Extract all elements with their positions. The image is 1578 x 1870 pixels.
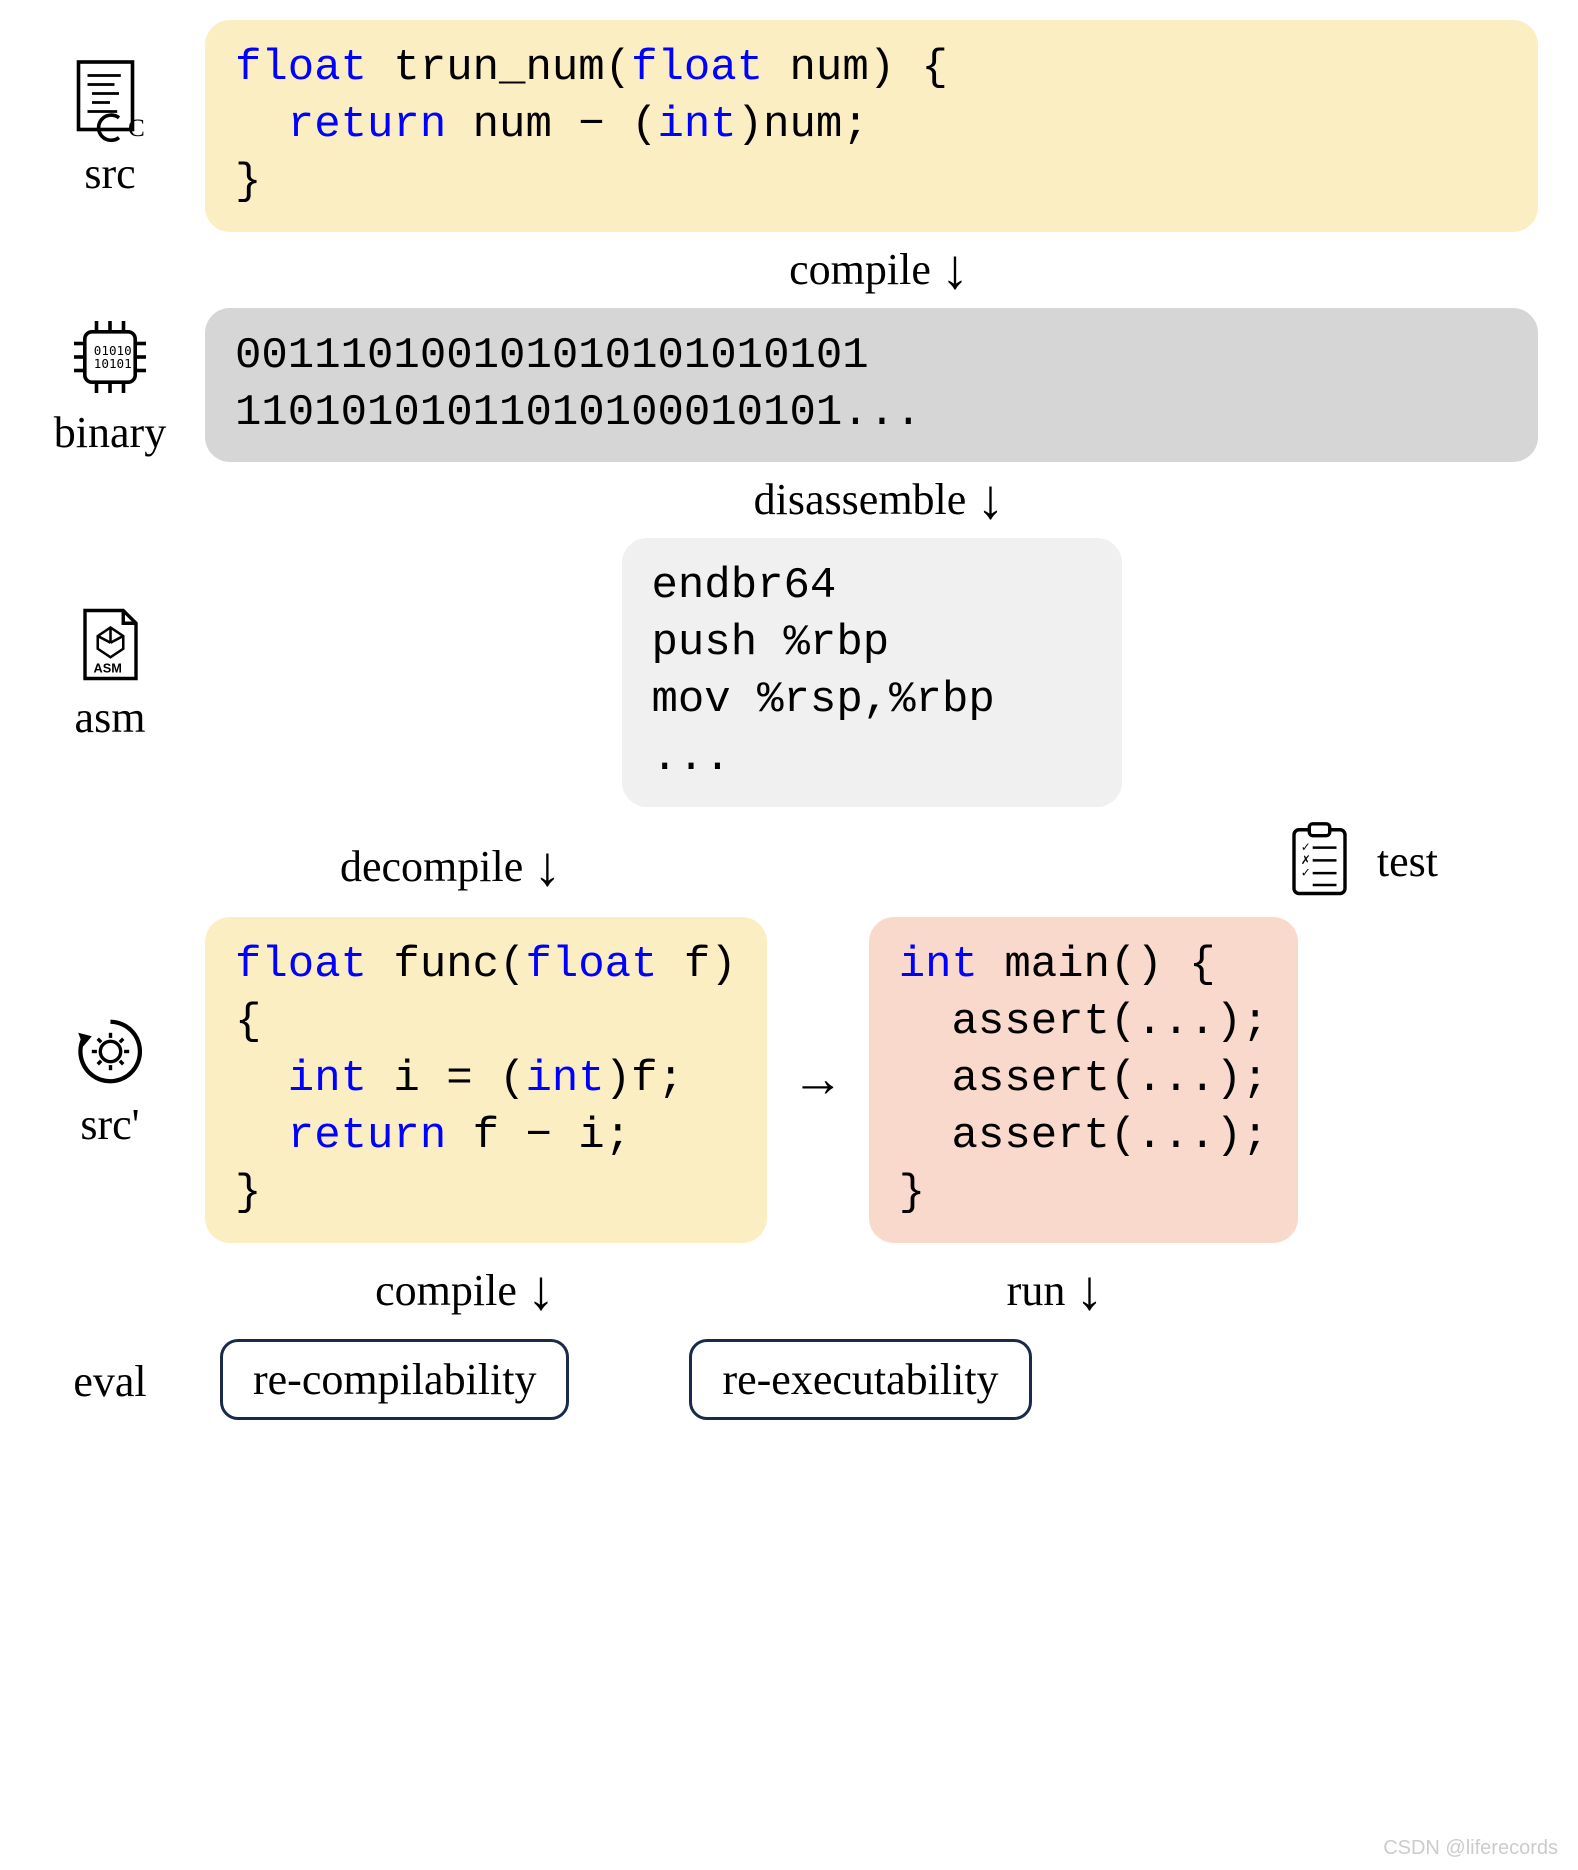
reverse-gear-icon bbox=[68, 1009, 153, 1094]
eval-row: eval re-compilability re-executability bbox=[40, 1339, 1538, 1420]
test-label: test bbox=[1377, 836, 1438, 887]
srcprime-label-col: src' bbox=[40, 1009, 180, 1150]
svg-text:✓: ✓ bbox=[1301, 840, 1311, 854]
down-arrow-icon: ↓ bbox=[1075, 1263, 1103, 1319]
bottom-arrows-row: compile ↓ run ↓ bbox=[40, 1253, 1538, 1329]
decompile-test-row: decompile ↓ ✓ ✗ ✓ test bbox=[40, 817, 1538, 917]
binary-label: binary bbox=[54, 407, 166, 458]
binary-code: 001110100101010101010101 110101010110101… bbox=[205, 308, 1538, 462]
binary-label-col: 01010 10101 binary bbox=[40, 312, 180, 458]
recompilability-box: re-compilability bbox=[220, 1339, 569, 1420]
right-arrow-icon: → bbox=[792, 1050, 844, 1109]
srcprime-row: src' float func(float f) { int i = (int)… bbox=[40, 917, 1538, 1243]
srcprime-label: src' bbox=[80, 1099, 139, 1150]
svg-text:✓: ✓ bbox=[1301, 865, 1311, 879]
eval-label: eval bbox=[40, 1356, 180, 1407]
srcprime-code: float func(float f) { int i = (int)f; re… bbox=[205, 917, 767, 1243]
decompile-label: decompile bbox=[340, 841, 523, 892]
asm-file-icon: ASM bbox=[68, 602, 153, 687]
test-code: int main() { assert(...); assert(...); a… bbox=[869, 917, 1299, 1243]
clipboard-icon: ✓ ✗ ✓ bbox=[1277, 817, 1362, 902]
asm-label-col: ASM asm bbox=[40, 602, 180, 743]
reexecutability-box: re-executability bbox=[689, 1339, 1031, 1420]
chip-icon: 01010 10101 bbox=[65, 312, 155, 402]
down-arrow-icon: ↓ bbox=[527, 1263, 555, 1319]
compile-label: compile bbox=[789, 244, 931, 295]
down-arrow-icon: ↓ bbox=[976, 472, 1004, 528]
svg-text:✗: ✗ bbox=[1301, 852, 1311, 866]
asm-label: asm bbox=[75, 692, 146, 743]
svg-text:C: C bbox=[128, 115, 145, 142]
binary-row: 01010 10101 binary 001110100101010101010… bbox=[40, 308, 1538, 462]
compile-arrow-section: compile ↓ bbox=[220, 242, 1538, 298]
source-file-icon: C bbox=[65, 53, 155, 143]
run-label: run bbox=[1007, 1265, 1066, 1316]
asm-row: ASM asm endbr64 push %rbp mov %rsp,%rbp … bbox=[40, 538, 1538, 807]
down-arrow-icon: ↓ bbox=[941, 242, 969, 298]
disassemble-label: disassemble bbox=[754, 474, 967, 525]
down-arrow-icon: ↓ bbox=[533, 839, 561, 895]
compile2-label: compile bbox=[375, 1265, 517, 1316]
src-label-col: C src bbox=[40, 53, 180, 199]
svg-text:10101: 10101 bbox=[94, 356, 132, 371]
svg-text:ASM: ASM bbox=[93, 660, 121, 675]
watermark: CSDN @liferecords bbox=[1383, 1837, 1558, 1860]
disassemble-arrow-section: disassemble ↓ bbox=[220, 472, 1538, 528]
asm-code: endbr64 push %rbp mov %rsp,%rbp ... bbox=[622, 538, 1122, 807]
src-code: float trun_num(float num) { return num −… bbox=[205, 20, 1538, 232]
src-label: src bbox=[84, 148, 135, 199]
src-row: C src float trun_num(float num) { return… bbox=[40, 20, 1538, 232]
